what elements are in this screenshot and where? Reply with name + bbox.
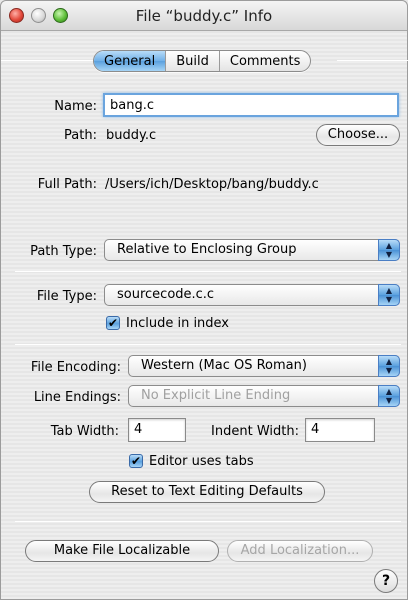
line-endings-value: No Explicit Line Ending bbox=[141, 388, 291, 403]
full-path-value: /Users/ich/Desktop/bang/buddy.c bbox=[105, 177, 319, 192]
line-endings-popup[interactable]: No Explicit Line Ending ▲ ▼ bbox=[128, 385, 400, 407]
line-endings-label: Line Endings: bbox=[33, 390, 121, 405]
tab-bar: General Build Comments bbox=[93, 50, 312, 72]
include-in-index-checkbox[interactable]: ✔ bbox=[106, 316, 120, 330]
tab-build[interactable]: Build bbox=[166, 51, 220, 71]
make-file-localizable-button[interactable]: Make File Localizable bbox=[25, 540, 219, 562]
editor-uses-tabs-label: Editor uses tabs bbox=[149, 454, 254, 469]
title-bar: File “buddy.c” Info bbox=[1, 1, 407, 31]
editor-uses-tabs-checkbox[interactable]: ✔ bbox=[129, 454, 143, 468]
tab-comments[interactable]: Comments bbox=[220, 51, 310, 71]
reset-text-editing-defaults-button[interactable]: Reset to Text Editing Defaults bbox=[89, 481, 325, 503]
tab-width-field[interactable]: 4 bbox=[128, 418, 186, 442]
indent-width-field[interactable]: 4 bbox=[305, 418, 375, 442]
file-encoding-popup[interactable]: Western (Mac OS Roman) ▲ ▼ bbox=[128, 355, 400, 377]
popup-arrows-icon: ▲ ▼ bbox=[378, 284, 400, 306]
full-path-label: Full Path: bbox=[37, 177, 97, 192]
name-field[interactable]: bang.c bbox=[103, 93, 399, 117]
tab-general[interactable]: General bbox=[94, 51, 167, 71]
file-type-popup[interactable]: sourcecode.c.c ▲ ▼ bbox=[104, 284, 400, 306]
separator bbox=[15, 271, 401, 272]
file-type-label: File Type: bbox=[36, 289, 97, 304]
file-type-value: sourcecode.c.c bbox=[117, 287, 215, 302]
file-info-window: File “buddy.c” Info General Build Commen… bbox=[0, 0, 408, 600]
choose-button[interactable]: Choose... bbox=[316, 124, 400, 146]
tab-divider-right bbox=[337, 60, 408, 61]
help-button[interactable]: ? bbox=[374, 569, 398, 593]
separator bbox=[15, 344, 401, 345]
path-label: Path: bbox=[64, 128, 97, 143]
tab-width-label: Tab Width: bbox=[50, 424, 119, 439]
tab-divider-left bbox=[1, 60, 93, 61]
indent-width-label: Indent Width: bbox=[211, 424, 299, 439]
path-type-value: Relative to Enclosing Group bbox=[117, 242, 297, 257]
path-type-label: Path Type: bbox=[30, 244, 97, 259]
popup-arrows-icon: ▲ ▼ bbox=[378, 385, 400, 407]
add-localization-button[interactable]: Add Localization... bbox=[227, 540, 373, 562]
include-in-index-label: Include in index bbox=[126, 316, 230, 331]
path-value: buddy.c bbox=[106, 128, 157, 143]
file-encoding-label: File Encoding: bbox=[30, 360, 121, 375]
separator bbox=[15, 521, 401, 522]
window-title: File “buddy.c” Info bbox=[135, 7, 273, 25]
popup-arrows-icon: ▲ ▼ bbox=[378, 239, 400, 261]
name-label: Name: bbox=[54, 99, 97, 114]
path-type-popup[interactable]: Relative to Enclosing Group ▲ ▼ bbox=[104, 239, 400, 261]
popup-arrows-icon: ▲ ▼ bbox=[378, 355, 400, 377]
file-encoding-value: Western (Mac OS Roman) bbox=[141, 358, 307, 373]
